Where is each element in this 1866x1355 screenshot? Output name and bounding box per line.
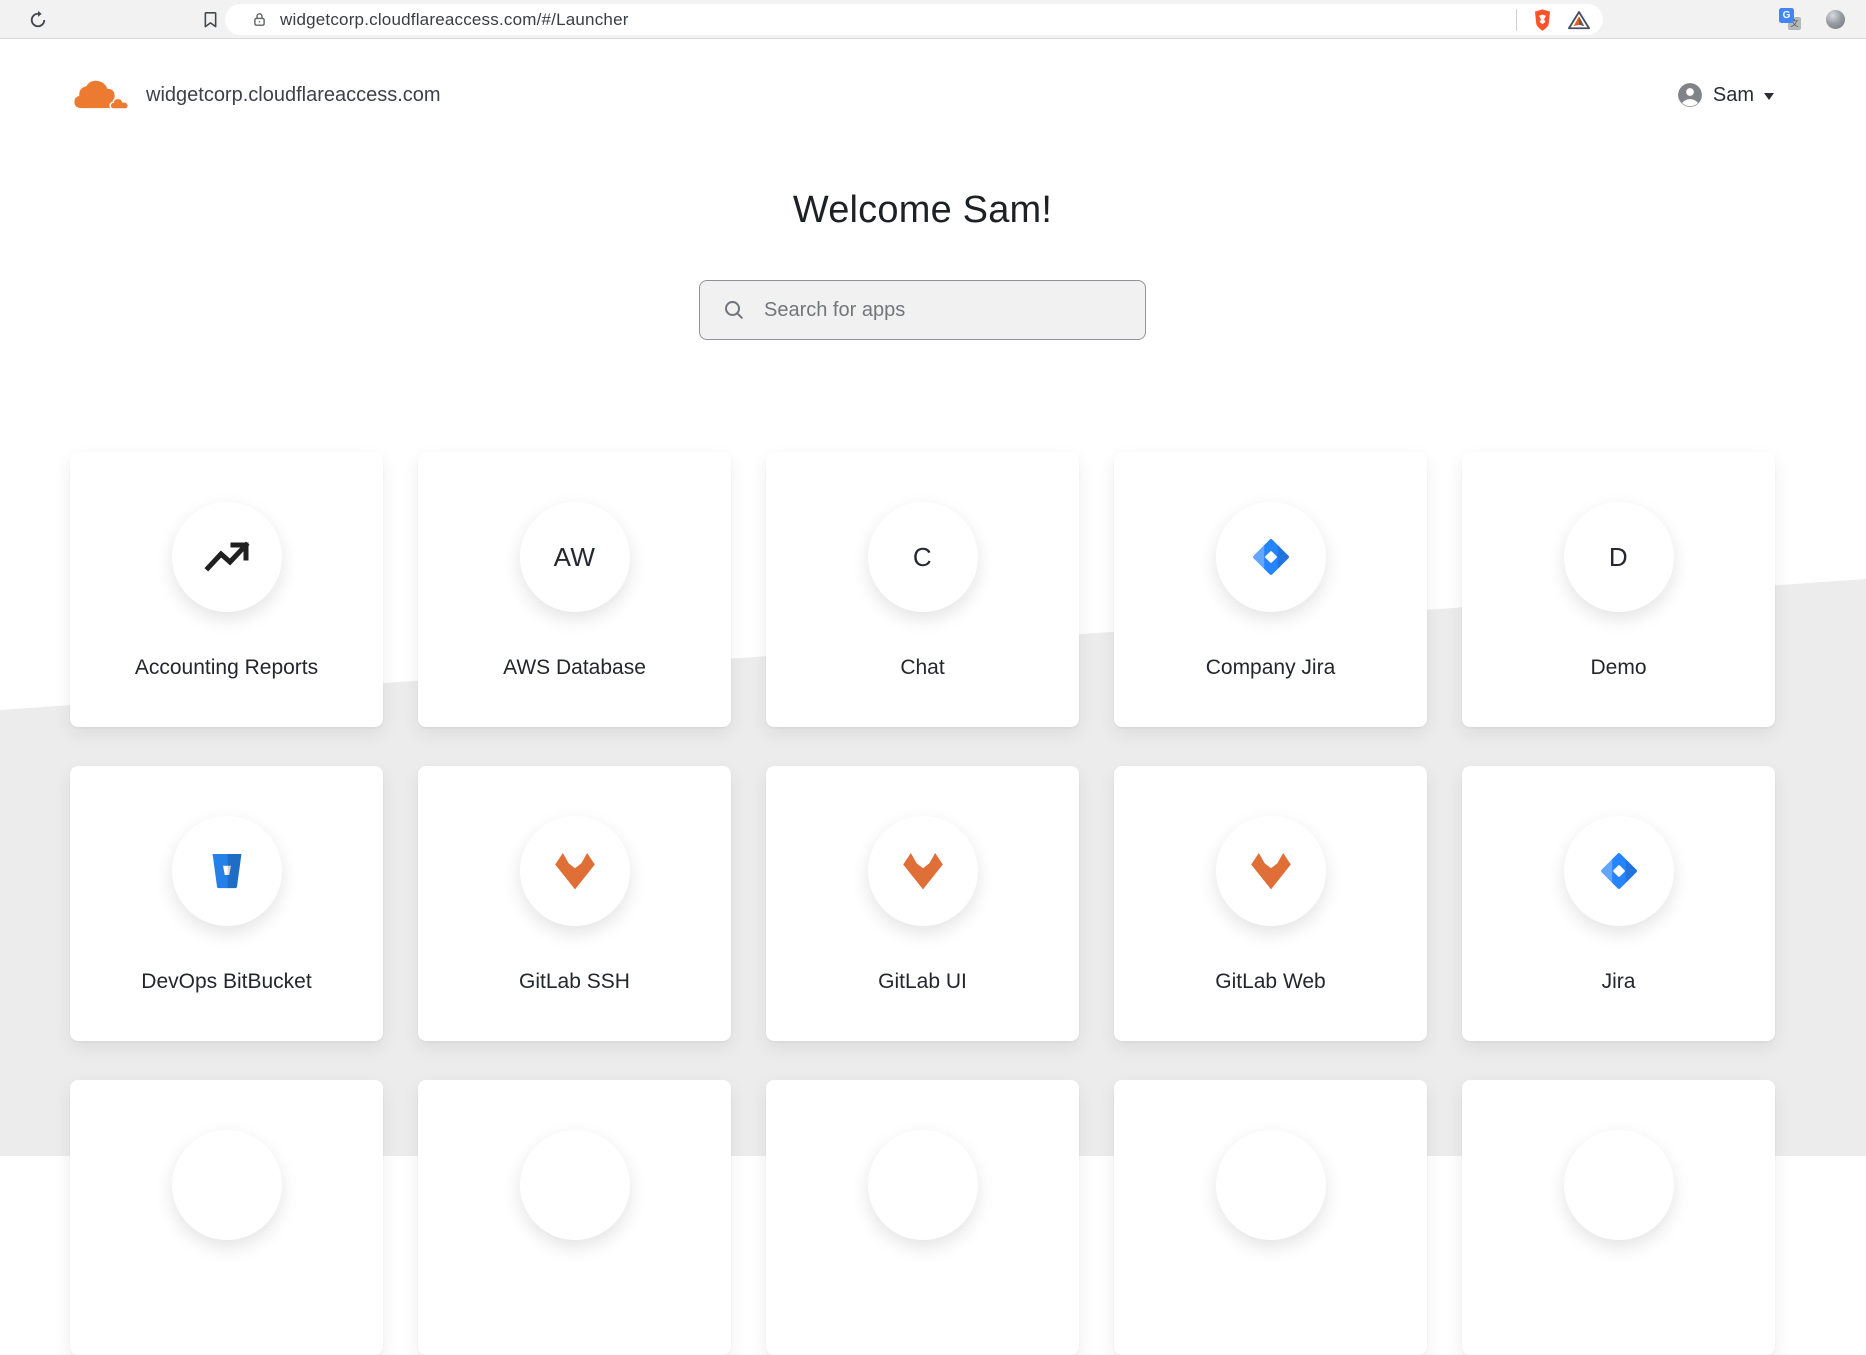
translate-button[interactable]: 文 G: [1779, 8, 1801, 30]
reload-button[interactable]: [24, 0, 52, 39]
site-header: widgetcorp.cloudflareaccess.com Sam: [0, 40, 1866, 150]
jira-diamond-icon: [1596, 848, 1642, 894]
gitlab-fox-icon: [900, 851, 946, 892]
app-tile-partial[interactable]: [766, 1080, 1079, 1355]
app-label: Company Jira: [1206, 656, 1336, 680]
bookmark-icon: [201, 10, 220, 29]
app-tile-partial[interactable]: [70, 1080, 383, 1355]
user-name[interactable]: Sam: [1713, 84, 1754, 107]
app-icon-circle: [1216, 816, 1326, 926]
app-label: DevOps BitBucket: [141, 970, 311, 994]
app-icon-circle: [868, 816, 978, 926]
bat-triangle-icon: [1568, 10, 1590, 30]
app-tile[interactable]: GitLab UI: [766, 766, 1079, 1041]
jira-diamond-icon: [1248, 534, 1294, 580]
app-icon-circle: AW: [520, 502, 630, 612]
app-icon-circle: [520, 816, 630, 926]
url-text[interactable]: widgetcorp.cloudflareaccess.com/#/Launch…: [280, 10, 629, 30]
trending-up-icon: [203, 533, 251, 581]
app-label: Chat: [900, 656, 944, 680]
app-tile[interactable]: Accounting Reports: [70, 452, 383, 727]
brave-shield-button[interactable]: [1532, 8, 1553, 32]
app-label: Accounting Reports: [135, 656, 318, 680]
app-icon-circle: C: [868, 502, 978, 612]
browser-toolbar: widgetcorp.cloudflareaccess.com/#/Launch…: [0, 0, 1866, 39]
profile-sphere-icon[interactable]: [1826, 10, 1845, 29]
app-grid: Accounting Reports AW AWS Database C Cha…: [70, 452, 1775, 1355]
app-tile-partial[interactable]: [418, 1080, 731, 1355]
chevron-down-icon: [1764, 93, 1774, 100]
app-initials: C: [913, 542, 932, 573]
gitlab-fox-icon: [1248, 851, 1294, 892]
user-menu[interactable]: Sam: [1677, 82, 1774, 108]
app-tile[interactable]: Jira: [1462, 766, 1775, 1041]
app-label: GitLab UI: [878, 970, 967, 994]
app-tile[interactable]: GitLab Web: [1114, 766, 1427, 1041]
app-tile-partial[interactable]: [1114, 1080, 1427, 1355]
app-tile-partial[interactable]: [1462, 1080, 1775, 1355]
app-tile[interactable]: D Demo: [1462, 452, 1775, 727]
bitbucket-bucket-icon: [206, 850, 248, 892]
bookmark-button[interactable]: [196, 0, 224, 39]
app-search: [699, 280, 1146, 340]
person-avatar-icon: [1677, 82, 1703, 108]
app-tile[interactable]: Company Jira: [1114, 452, 1427, 727]
welcome-title: Welcome Sam!: [0, 189, 1845, 232]
app-label: Jira: [1602, 970, 1636, 994]
app-icon-circle: [1216, 502, 1326, 612]
toolbar-divider: [1516, 9, 1517, 31]
app-label: AWS Database: [503, 656, 646, 680]
app-icon-circle: [1216, 1130, 1326, 1240]
app-icon-circle: [1564, 1130, 1674, 1240]
app-icon-circle: [520, 1130, 630, 1240]
lock-icon: [251, 11, 268, 28]
gitlab-fox-icon: [552, 851, 598, 892]
app-icon-circle: [172, 502, 282, 612]
app-label: GitLab Web: [1215, 970, 1326, 994]
app-icon-circle: [868, 1130, 978, 1240]
app-tile[interactable]: AW AWS Database: [418, 452, 731, 727]
app-label: Demo: [1590, 656, 1646, 680]
app-icon-circle: [172, 1130, 282, 1240]
cloudflare-cloud-icon: [70, 77, 132, 114]
brave-shield-icon: [1532, 8, 1553, 32]
app-icon-circle: [172, 816, 282, 926]
site-name: widgetcorp.cloudflareaccess.com: [146, 84, 441, 107]
app-initials: AW: [554, 542, 596, 573]
app-initials: D: [1609, 542, 1628, 573]
app-tile[interactable]: C Chat: [766, 452, 1079, 727]
search-input[interactable]: [699, 280, 1146, 340]
bat-rewards-button[interactable]: [1568, 10, 1590, 30]
app-label: GitLab SSH: [519, 970, 630, 994]
app-tile[interactable]: GitLab SSH: [418, 766, 731, 1041]
site-logo-cluster: widgetcorp.cloudflareaccess.com: [70, 77, 441, 114]
search-icon: [722, 298, 746, 322]
reload-icon: [28, 10, 48, 30]
address-bar[interactable]: widgetcorp.cloudflareaccess.com/#/Launch…: [225, 4, 1603, 35]
app-tile[interactable]: DevOps BitBucket: [70, 766, 383, 1041]
app-icon-circle: [1564, 816, 1674, 926]
app-icon-circle: D: [1564, 502, 1674, 612]
